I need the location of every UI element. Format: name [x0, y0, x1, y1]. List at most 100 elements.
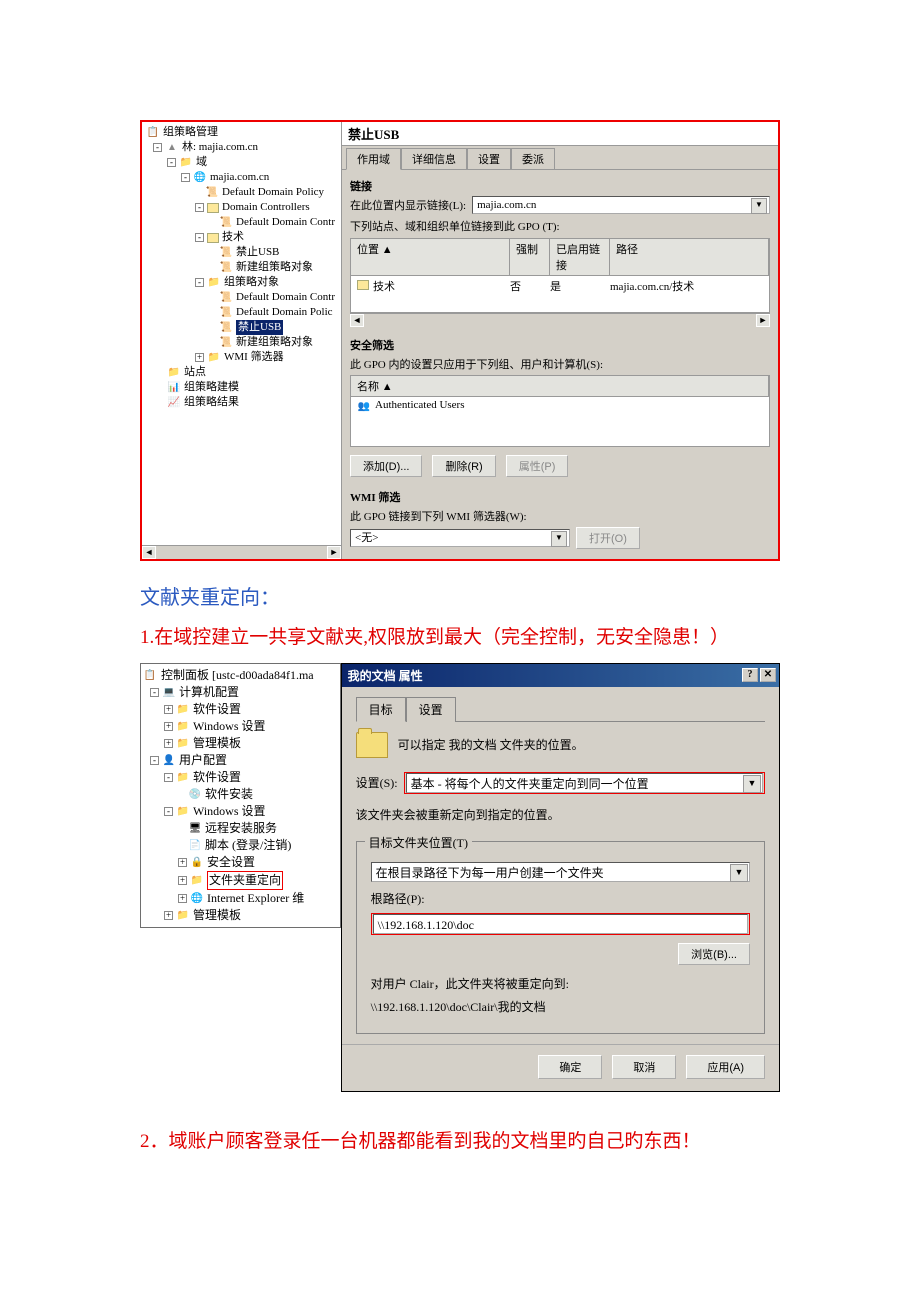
list-row[interactable]: 技术 否 是 majia.com.cn/技术: [351, 276, 769, 296]
node-admin[interactable]: +📁管理模板: [141, 735, 340, 752]
tree-wmi[interactable]: +📁WMI 筛选器: [144, 350, 341, 365]
node-computer-config[interactable]: -💻计算机配置: [141, 684, 340, 701]
node-ie[interactable]: +🌐Internet Explorer 维: [141, 890, 340, 907]
node-user-software[interactable]: -📁软件设置: [141, 769, 340, 786]
col-name[interactable]: 名称 ▲: [351, 376, 769, 396]
gpo-icon: 📜: [205, 186, 219, 200]
gpo-icon: 📜: [219, 216, 233, 230]
links-list[interactable]: 技术 否 是 majia.com.cn/技术: [350, 276, 770, 313]
tab-settings[interactable]: 设置: [406, 697, 456, 722]
links-section-title: 链接: [350, 178, 770, 194]
secfilter-header[interactable]: 名称 ▲: [350, 375, 770, 397]
tree-usb2-selected[interactable]: 📜禁止USB: [144, 320, 341, 335]
col-path[interactable]: 路径: [610, 239, 769, 275]
tree-tech[interactable]: -技术: [144, 230, 341, 245]
col-enabled[interactable]: 已启用链接: [550, 239, 610, 275]
root-path-input[interactable]: \\192.168.1.120\doc: [373, 914, 748, 934]
tab-details[interactable]: 详细信息: [401, 148, 467, 169]
dialog-footer: 确定 取消 应用(A): [342, 1044, 779, 1091]
list-scrollbar[interactable]: ◄►: [350, 313, 770, 327]
add-button[interactable]: 添加(D)...: [350, 455, 422, 477]
secfilter-label: 此 GPO 内的设置只应用于下列组、用户和计算机(S):: [350, 356, 770, 372]
forest-icon: ▲: [165, 141, 179, 155]
section-heading-folder-redir: 文献夹重定向：: [140, 581, 780, 610]
gpo-editor-root[interactable]: 📋控制面板 [ustc-d00ada84f1.ma: [141, 667, 340, 684]
gpmc-tree-pane[interactable]: 📋组策略管理 -▲林: majia.com.cn -📁域 -🌐majia.com…: [142, 122, 342, 559]
remove-button[interactable]: 删除(R): [432, 455, 495, 477]
node-folder-redir[interactable]: +📁文件夹重定向: [141, 871, 340, 890]
node-user-windows[interactable]: -📁Windows 设置: [141, 803, 340, 820]
wmi-dropdown[interactable]: <无>: [350, 529, 570, 547]
tree-domains[interactable]: -📁域: [144, 155, 341, 170]
browse-button[interactable]: 浏览(B)...: [678, 943, 750, 965]
console-icon: 📋: [146, 126, 160, 140]
tree-results[interactable]: 📈组策略结果: [144, 395, 341, 410]
location-dropdown[interactable]: majia.com.cn: [472, 196, 770, 214]
gpo-editor-tree[interactable]: 📋控制面板 [ustc-d00ada84f1.ma -💻计算机配置 +📁软件设置…: [140, 663, 341, 928]
target-location-dropdown[interactable]: 在根目录路径下为每一用户创建一个文件夹: [371, 862, 750, 882]
tree-ddp2[interactable]: 📜Default Domain Polic: [144, 305, 341, 320]
node-user-config[interactable]: -👤用户配置: [141, 752, 340, 769]
tree-domain[interactable]: -🌐majia.com.cn: [144, 170, 341, 185]
dialog-desc: 可以指定 我的文档 文件夹的位置。: [398, 736, 584, 753]
node-user-admin[interactable]: +📁管理模板: [141, 907, 340, 924]
tree-gpo-container[interactable]: -📁组策略对象: [144, 275, 341, 290]
dialog-titlebar[interactable]: 我的文档 属性 ? ✕: [342, 664, 779, 687]
tree-root[interactable]: 📋组策略管理: [144, 125, 341, 140]
tree-scrollbar[interactable]: ◄►: [142, 545, 341, 559]
users-icon: 👥: [357, 399, 371, 413]
folder-icon: 📁: [176, 719, 190, 733]
tab-target[interactable]: 目标: [356, 697, 406, 722]
links-list-header[interactable]: 位置 ▲ 强制 已启用链接 路径: [350, 238, 770, 276]
setting-dropdown[interactable]: 基本 - 将每个人的文件夹重定向到同一个位置: [406, 773, 763, 793]
node-scripts[interactable]: 📄脚本 (登录/注销): [141, 837, 340, 854]
secfilter-title: 安全筛选: [350, 337, 770, 353]
tab-delegation[interactable]: 委派: [511, 148, 555, 169]
cancel-button[interactable]: 取消: [612, 1055, 676, 1079]
collapse-icon[interactable]: -: [195, 203, 204, 212]
gpo-details-pane: 禁止USB 作用域 详细信息 设置 委派 链接 在此位置内显示链接(L): ma…: [342, 122, 778, 559]
script-icon: 📄: [188, 838, 202, 852]
dialog-tabs: 目标 设置: [356, 697, 765, 722]
tree-forest[interactable]: -▲林: majia.com.cn: [144, 140, 341, 155]
expand-icon[interactable]: +: [195, 353, 204, 362]
folder-icon: 📁: [176, 736, 190, 750]
collapse-icon[interactable]: -: [181, 173, 190, 182]
tree-ddp[interactable]: 📜Default Domain Policy: [144, 185, 341, 200]
tab-settings[interactable]: 设置: [467, 148, 511, 169]
close-button[interactable]: ✕: [760, 668, 776, 682]
tree-dc[interactable]: -Domain Controllers: [144, 200, 341, 215]
col-enforced[interactable]: 强制: [510, 239, 550, 275]
tree-ddc2[interactable]: 📜Default Domain Contr: [144, 290, 341, 305]
col-location[interactable]: 位置 ▲: [351, 239, 510, 275]
collapse-icon[interactable]: -: [195, 233, 204, 242]
linked-label: 下列站点、域和组织单位链接到此 GPO (T):: [350, 218, 770, 234]
open-button: 打开(O): [576, 527, 640, 549]
help-button[interactable]: ?: [742, 668, 758, 682]
folder-icon: 📁: [176, 804, 190, 818]
collapse-icon[interactable]: -: [153, 143, 162, 152]
tab-scope[interactable]: 作用域: [346, 148, 401, 170]
collapse-icon[interactable]: -: [167, 158, 176, 167]
node-windows[interactable]: +📁Windows 设置: [141, 718, 340, 735]
tree-modeling[interactable]: 📊组策略建模: [144, 380, 341, 395]
node-software[interactable]: +📁软件设置: [141, 701, 340, 718]
tree-newgpo[interactable]: 📜新建组策略对象: [144, 260, 341, 275]
tree-usb[interactable]: 📜禁止USB: [144, 245, 341, 260]
ok-button[interactable]: 确定: [538, 1055, 602, 1079]
folder-icon: 📁: [176, 702, 190, 716]
collapse-icon[interactable]: -: [195, 278, 204, 287]
redirect-note: 该文件夹会被重新定向到指定的位置。: [356, 806, 765, 823]
dialog-title: 我的文档 属性: [348, 667, 423, 684]
secfilter-list[interactable]: 👥 Authenticated Users: [350, 397, 770, 447]
node-remote[interactable]: 🖥远程安装服务: [141, 820, 340, 837]
node-soft-install[interactable]: 💿软件安装: [141, 786, 340, 803]
list-row[interactable]: 👥 Authenticated Users: [351, 397, 769, 415]
user-redirect-line1: 对用户 Clair，此文件夹将被重定向到:: [371, 975, 750, 992]
tree-ddc[interactable]: 📜Default Domain Contr: [144, 215, 341, 230]
tree-sites[interactable]: 📁站点: [144, 365, 341, 380]
folder-icon: [356, 732, 388, 758]
tree-newgpo2[interactable]: 📜新建组策略对象: [144, 335, 341, 350]
apply-button[interactable]: 应用(A): [686, 1055, 765, 1079]
node-security[interactable]: +🔒安全设置: [141, 854, 340, 871]
